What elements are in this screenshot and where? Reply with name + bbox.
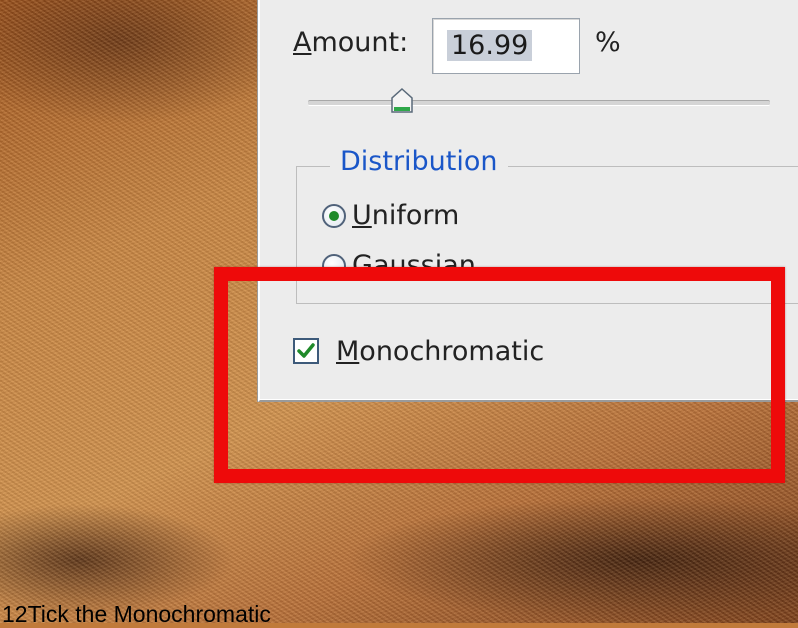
radio-selected-dot <box>329 211 339 221</box>
distribution-legend: Distribution <box>330 146 508 177</box>
uniform-radio[interactable] <box>322 204 346 228</box>
amount-label: Amount: <box>293 27 409 58</box>
step-caption: 12Tick the Monochromatic <box>2 601 271 627</box>
amount-unit: % <box>595 27 621 58</box>
amount-slider-thumb[interactable] <box>391 88 413 114</box>
amount-input[interactable]: 16.99 <box>432 18 580 74</box>
uniform-radio-label[interactable]: Uniform <box>352 200 459 231</box>
amount-value: 16.99 <box>447 30 533 61</box>
amount-slider-track[interactable] <box>308 100 770 106</box>
red-highlight-box <box>214 267 785 483</box>
